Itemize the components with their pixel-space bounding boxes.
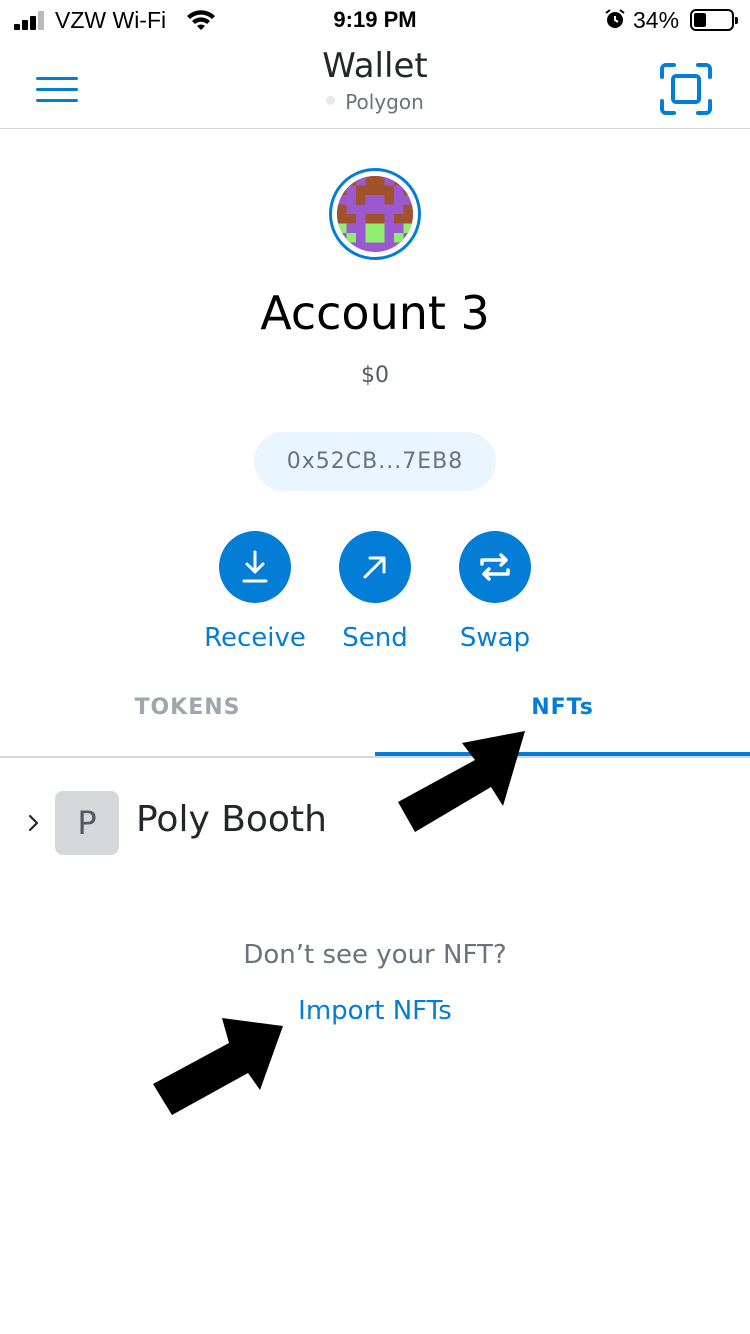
missing-nft-prompt: Don’t see your NFT? [243,940,507,970]
annotation-arrow-icon [153,1018,283,1115]
receive-label[interactable]: Receive [200,623,310,653]
status-bar: VZW Wi-Fi 9:19 PM 34% [0,0,750,40]
account-name[interactable]: Account 3 [0,286,750,340]
tab-tokens[interactable]: TOKENS [0,695,375,720]
battery-level-fill [694,13,706,27]
account-address-button[interactable]: 0x52CB...7EB8 [254,432,496,491]
navigation-header: Wallet Polygon [0,40,750,129]
battery-icon [690,9,738,31]
swap-label[interactable]: Swap [440,623,550,653]
account-avatar[interactable] [329,168,421,260]
tab-nfts[interactable]: NFTs [375,695,750,720]
send-label[interactable]: Send [320,623,430,653]
tabs-divider [0,756,750,758]
import-nfts-link[interactable]: Import NFTs [0,996,750,1026]
download-arrow-icon[interactable] [219,531,291,603]
send-button[interactable]: Send [320,531,430,653]
account-balance: $0 [361,363,389,388]
identicon-avatar-icon [337,176,413,252]
collection-thumbnail[interactable]: P [55,791,119,855]
battery-percent: 34% [633,7,680,33]
diagonal-arrow-icon[interactable] [339,531,411,603]
network-name: Polygon [345,90,424,114]
network-indicator[interactable]: Polygon [0,90,750,114]
swap-arrows-icon[interactable] [459,531,531,603]
alarm-icon [605,9,625,28]
chevron-right-icon[interactable] [26,810,42,836]
receive-button[interactable]: Receive [200,531,310,653]
collection-name[interactable]: Poly Booth [136,799,327,840]
swap-button[interactable]: Swap [440,531,550,653]
qr-scan-icon[interactable] [660,63,712,115]
annotation-arrow-icon [398,731,525,832]
network-status-dot [326,96,336,105]
page-title: Wallet [322,46,428,86]
